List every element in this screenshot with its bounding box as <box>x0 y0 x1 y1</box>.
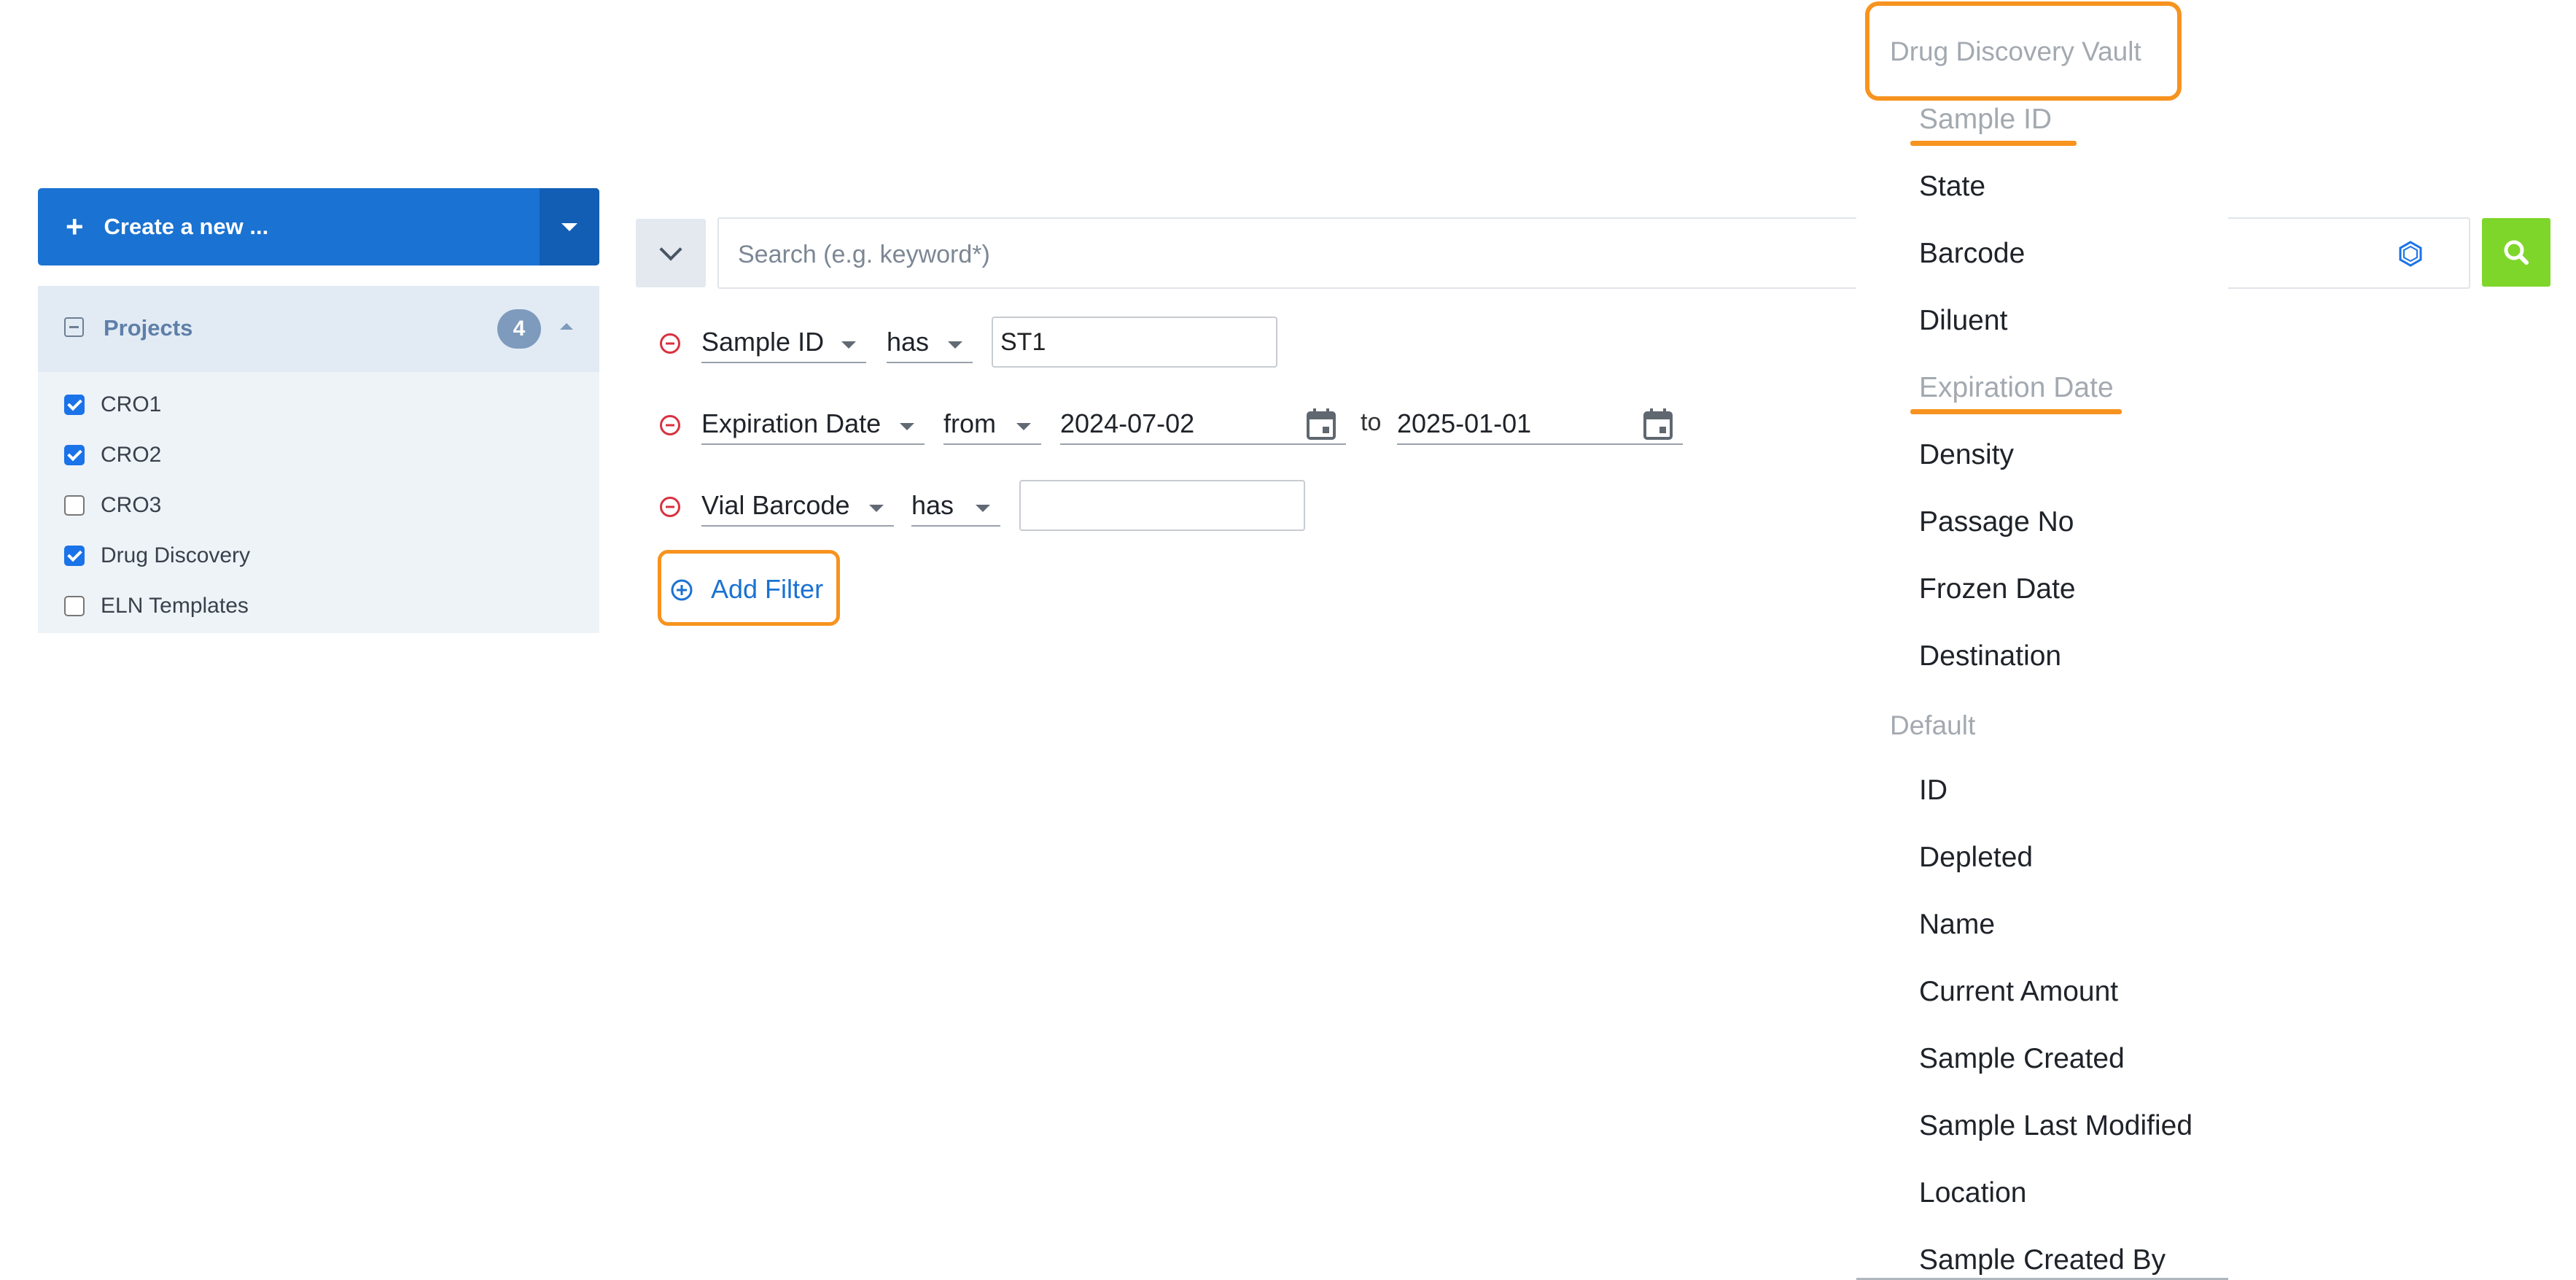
filter-operator-value: from <box>943 408 996 438</box>
dropdown-group-header: Default <box>1890 710 1976 740</box>
filter-field-value: Vial Barcode <box>701 490 850 520</box>
caret-down-icon <box>976 505 990 512</box>
filter-field-select[interactable]: Sample ID <box>701 322 866 363</box>
dropdown-item-destination[interactable]: Destination <box>1919 640 2061 672</box>
project-item-cro3[interactable]: CRO3 <box>64 491 161 520</box>
projects-header[interactable]: Projects 4 <box>38 286 599 372</box>
caret-down-icon <box>561 222 577 231</box>
filter-field-value: Expiration Date <box>701 408 882 438</box>
dropdown-item-density[interactable]: Density <box>1919 439 2014 471</box>
advanced-search-toggle[interactable] <box>636 219 706 287</box>
create-new-label: Create a new ... <box>104 214 269 239</box>
projects-count-badge: 4 <box>497 309 541 349</box>
caret-down-icon <box>1016 423 1031 430</box>
project-item-eln-templates[interactable]: ELN Templates <box>64 591 249 621</box>
plus-icon: + <box>66 209 84 244</box>
collapse-all-icon[interactable] <box>64 317 84 337</box>
checkbox-checked[interactable] <box>64 395 85 415</box>
filter-value-input[interactable] <box>992 317 1277 368</box>
project-label: CRO1 <box>101 392 162 416</box>
dropdown-item-expiration-date: Expiration Date <box>1919 372 2114 403</box>
dropdown-item-state[interactable]: State <box>1919 171 1985 203</box>
dropdown-item-diluent[interactable]: Diluent <box>1919 305 2007 337</box>
create-new-main[interactable]: + Create a new ... <box>38 188 540 265</box>
project-label: CRO2 <box>101 443 162 467</box>
dropdown-item-location[interactable]: Location <box>1919 1177 2026 1209</box>
item-underline <box>1910 141 2077 146</box>
remove-filter-icon[interactable] <box>659 414 681 436</box>
dropdown-item-frozen-date[interactable]: Frozen Date <box>1919 573 2076 605</box>
dropdown-item-sample-created[interactable]: Sample Created <box>1919 1043 2125 1075</box>
filter-operator-value: has <box>887 327 930 357</box>
remove-filter-icon[interactable] <box>659 333 681 354</box>
filter-operator-select[interactable]: has <box>911 486 1000 527</box>
project-item-cro1[interactable]: CRO1 <box>64 390 161 419</box>
checkbox-unchecked[interactable] <box>64 495 85 516</box>
checkbox-checked[interactable] <box>64 546 85 566</box>
checkbox-unchecked[interactable] <box>64 596 85 616</box>
dropdown-item-sample-id: Sample ID <box>1919 104 2052 135</box>
search-button[interactable] <box>2482 218 2550 287</box>
dropdown-item-depleted[interactable]: Depleted <box>1919 842 2033 874</box>
caret-down-icon <box>948 341 962 349</box>
date-from-input[interactable]: 2024-07-02 <box>1060 404 1346 445</box>
item-underline <box>1910 409 2122 414</box>
dropdown-item-barcode[interactable]: Barcode <box>1919 238 2025 270</box>
calendar-icon[interactable] <box>1305 408 1337 441</box>
add-circle-icon <box>671 579 693 601</box>
date-to-value: 2025-01-01 <box>1397 408 1532 438</box>
structure-search-icon[interactable] <box>2396 239 2425 268</box>
dropdown-item-current-amount[interactable]: Current Amount <box>1919 976 2118 1008</box>
filter-field-value: Sample ID <box>701 327 825 357</box>
caret-down-icon <box>869 505 884 512</box>
filter-operator-select[interactable]: has <box>887 322 973 363</box>
projects-title: Projects <box>104 315 193 341</box>
filter-field-select[interactable]: Vial Barcode <box>701 486 894 527</box>
filter-field-select[interactable]: Expiration Date <box>701 404 925 445</box>
checkbox-checked[interactable] <box>64 445 85 465</box>
dropdown-item-passage-no[interactable]: Passage No <box>1919 506 2074 538</box>
dropdown-item-id[interactable]: ID <box>1919 775 1947 807</box>
add-filter-button[interactable]: Add Filter <box>658 550 840 626</box>
calendar-icon[interactable] <box>1642 408 1674 441</box>
date-to-input[interactable]: 2025-01-01 <box>1397 404 1683 445</box>
filter-operator-select[interactable]: from <box>943 404 1041 445</box>
caret-down-icon <box>841 341 856 349</box>
dropdown-item-sample-created-by[interactable]: Sample Created By <box>1919 1244 2166 1276</box>
add-filter-label: Add Filter <box>711 574 824 604</box>
project-item-drug-discovery[interactable]: Drug Discovery <box>64 541 250 570</box>
create-new-button[interactable]: + Create a new ... <box>38 188 599 265</box>
remove-filter-icon[interactable] <box>659 496 681 518</box>
date-from-value: 2024-07-02 <box>1060 408 1195 438</box>
caret-down-icon <box>900 423 914 430</box>
filter-operator-value: has <box>911 490 954 520</box>
project-label: ELN Templates <box>101 594 249 618</box>
filter-value-input[interactable] <box>1019 480 1305 531</box>
project-label: CRO3 <box>101 493 162 517</box>
dropdown-group-header: Drug Discovery Vault <box>1890 36 2141 66</box>
create-new-dropdown-toggle[interactable] <box>540 188 599 265</box>
chevron-down-icon <box>659 238 682 261</box>
dropdown-item-name[interactable]: Name <box>1919 909 1995 941</box>
project-label: Drug Discovery <box>101 543 251 567</box>
search-icon <box>2504 240 2529 265</box>
project-item-cro2[interactable]: CRO2 <box>64 441 161 470</box>
date-range-to-label: to <box>1361 408 1382 436</box>
dropdown-item-sample-last-modified[interactable]: Sample Last Modified <box>1919 1110 2192 1142</box>
projects-panel: Projects 4 CRO1 CRO2 CRO3 Drug Discovery… <box>38 286 599 633</box>
caret-up-icon[interactable] <box>560 323 573 330</box>
